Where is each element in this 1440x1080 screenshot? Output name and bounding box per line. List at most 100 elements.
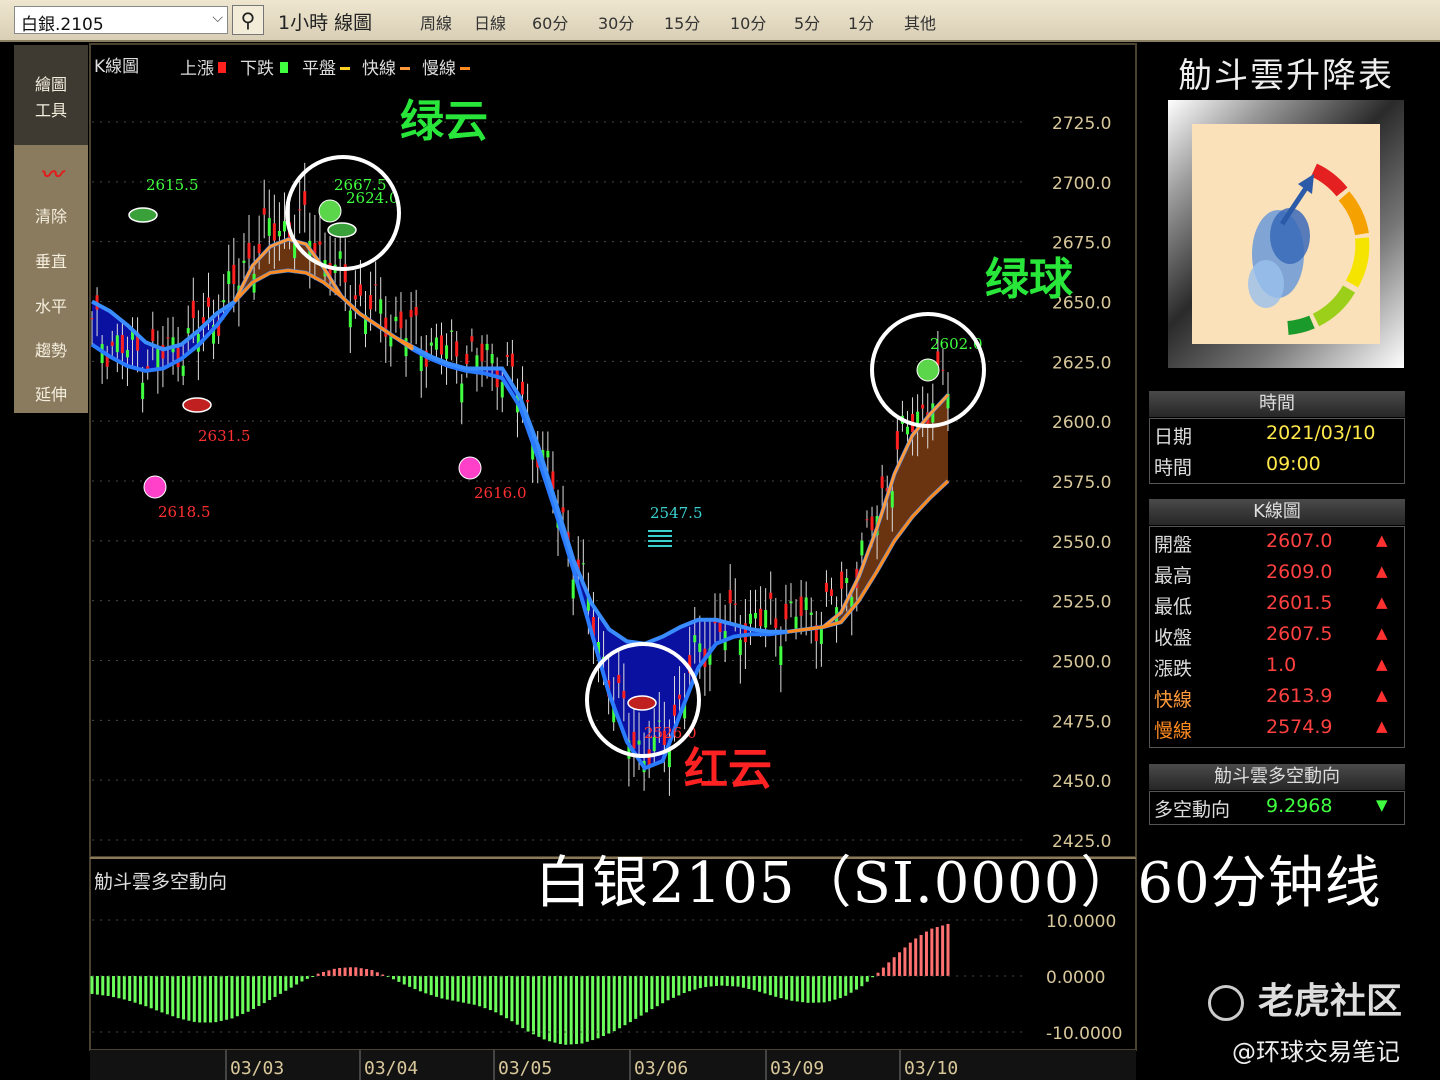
green-ball-marker [318, 199, 342, 223]
indicator-tick-label: -10.0000 [1046, 1024, 1122, 1044]
histogram-bar-negative [871, 976, 875, 978]
k-row-low: 最低 2601.5 ▲ [1150, 589, 1406, 620]
histogram-bar-negative [591, 976, 595, 1041]
candle-down [394, 316, 398, 322]
price-tick-label: 2725.0 [1052, 114, 1111, 134]
histogram-bar-negative [704, 976, 708, 987]
candle-up [318, 241, 322, 245]
candle-down [379, 299, 383, 314]
price-axis: 2725.02700.02675.02650.02625.02600.02575… [1052, 114, 1111, 852]
up-arrow-icon: ▲ [1376, 655, 1388, 673]
k-row-close: 收盤 2607.5 ▲ [1150, 620, 1406, 651]
annotation-green-ball: 绿球 [985, 254, 1074, 305]
histogram-bar-negative [521, 976, 525, 1029]
k-row-label: 漲跌 [1154, 658, 1193, 680]
histogram-bar-positive [908, 942, 912, 976]
annotation-red-cloud: 红云 [684, 744, 772, 795]
up-arrow-icon: ▲ [1376, 686, 1388, 704]
histogram-bar-negative [402, 976, 406, 985]
candle-up [733, 603, 737, 605]
candle-down [693, 635, 697, 643]
histogram-bar-negative [467, 976, 471, 1004]
candle-up [941, 369, 945, 371]
price-panel-frame [89, 43, 1137, 858]
candle-up [465, 353, 469, 365]
histogram-bar-positive [892, 957, 896, 976]
candle-up [505, 354, 509, 357]
histogram-bar-negative [413, 976, 417, 990]
candle-up [409, 309, 413, 318]
histogram-bar-negative [682, 976, 686, 994]
indicator-panel-title: 觔斗雲多空動向 [94, 871, 227, 893]
candle-up [298, 209, 302, 211]
candle-up [374, 284, 378, 286]
histogram-bar-positive [370, 970, 374, 976]
time-value: 09:00 [1266, 453, 1321, 475]
histogram-bar-negative [645, 976, 649, 1013]
histogram-bar-negative [618, 976, 622, 1029]
price-label: 2616.0 [474, 484, 527, 502]
histogram-bar-negative [268, 976, 272, 1001]
indicator-tick-label: 0.0000 [1046, 968, 1105, 988]
price-tick-label: 2700.0 [1052, 174, 1111, 194]
date-tick-label: 03/09 [770, 1058, 824, 1079]
histogram-bar-negative [203, 976, 207, 1023]
price-grid [92, 121, 1026, 841]
histogram-bar-negative [122, 976, 126, 1000]
histogram-bar-negative [758, 976, 762, 992]
red-cloud-marker [182, 397, 212, 413]
histogram-bar-negative [246, 976, 250, 1012]
price-tick-label: 2575.0 [1052, 473, 1111, 493]
k-row-label: 開盤 [1154, 534, 1193, 556]
histogram-bar-negative [112, 976, 116, 998]
candle-down [282, 221, 286, 232]
histogram-bar-negative [542, 976, 546, 1040]
histogram-bar-positive [332, 968, 336, 976]
histogram-bar-negative [725, 976, 729, 986]
histogram-bar-positive [924, 931, 928, 976]
date-value: 2021/03/10 [1266, 422, 1376, 444]
histogram-bar-negative [456, 976, 460, 1002]
candle-up [110, 341, 114, 346]
histogram-bar-negative [596, 976, 600, 1039]
legend-up-label: 上漲 [180, 59, 214, 79]
candle-down [277, 230, 281, 237]
candle-down [657, 720, 661, 722]
green-ball-marker [916, 358, 940, 382]
up-arrow-icon: ▲ [1376, 531, 1388, 549]
k-row-value: 2609.0 [1266, 561, 1333, 583]
legend-flat-swatch [340, 67, 350, 70]
histogram-bar-negative [160, 976, 164, 1013]
candle-down [789, 601, 793, 604]
candle-up [358, 284, 362, 296]
candle-down [186, 328, 190, 334]
legend-down-label: 下跌 [240, 59, 274, 79]
candle-down [181, 365, 185, 376]
histogram-bar-negative [553, 976, 557, 1043]
k-row-fast: 快線 2613.9 ▲ [1150, 682, 1406, 713]
histogram-bar-positive [914, 938, 918, 976]
histogram-bar-negative [391, 976, 395, 980]
histogram-bar-negative [693, 976, 697, 990]
histogram-bar-negative [445, 976, 449, 1000]
histogram-bar-negative [537, 976, 541, 1037]
histogram-bar-negative [101, 976, 105, 996]
histogram-bar-positive [375, 972, 379, 976]
histogram-bar-negative [171, 976, 175, 1017]
histogram-bar-negative [176, 976, 180, 1019]
k-section: 開盤 2607.0 ▲ 最高 2609.0 ▲ 最低 2601.5 ▲ 收盤 2607.5 ▲ … [1149, 526, 1405, 748]
histogram-bar-positive [881, 967, 885, 976]
histogram-bar-negative [494, 976, 498, 1013]
up-arrow-icon: ▲ [1376, 593, 1388, 611]
histogram-bar-positive [935, 927, 939, 976]
histogram-bar-negative [623, 976, 627, 1026]
histogram-bar-negative [510, 976, 514, 1022]
price-label: 2547.5 [650, 504, 703, 522]
candle-up [439, 335, 443, 355]
candle-up [526, 399, 530, 403]
histogram-bar-negative [731, 976, 735, 987]
candle-up [480, 343, 484, 362]
histogram-bar-negative [311, 976, 315, 977]
histogram-bar-negative [187, 976, 191, 1021]
histogram-bar-negative [128, 976, 132, 1001]
